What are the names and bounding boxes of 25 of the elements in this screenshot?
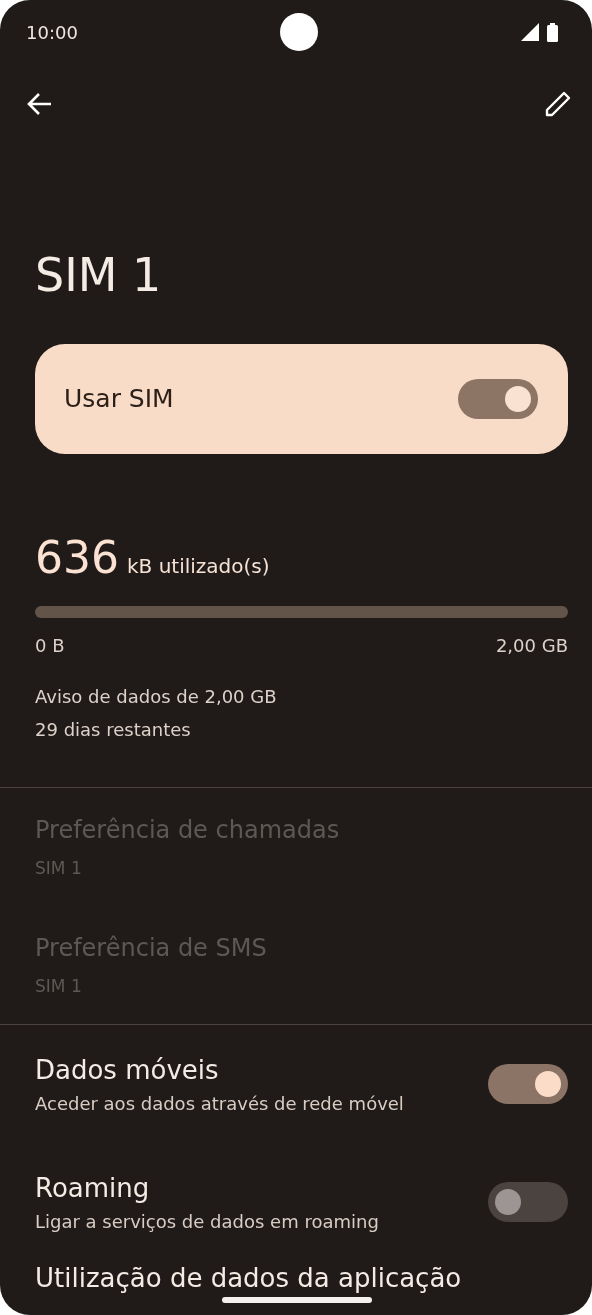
pencil-icon[interactable] [544,90,572,118]
use-sim-switch[interactable] [458,379,538,419]
data-warning: Aviso de dados de 2,00 GB [35,685,278,709]
min-label: 0 B [35,634,65,658]
max-label: 2,00 GB [495,634,568,658]
clock: 10:00 [26,20,78,45]
camera-cutout [280,13,319,51]
usage-unit: kB utilizado(s) [127,553,270,580]
setting-summary: Ligar a serviços de dados em roaming [35,1210,379,1234]
days-remaining: 29 dias restantes [35,718,192,742]
setting-title[interactable]: Utilização de dados da aplicação [0,1259,592,1298]
back-arrow-icon[interactable] [26,92,52,116]
setting-value: SIM 1 [35,857,83,881]
usage-amount: 636 [35,536,119,580]
setting-summary: Aceder aos dados através de rede móvel [35,1092,404,1116]
use-sim-card[interactable]: Usar SIM [35,344,568,454]
toggle-switch[interactable] [488,1182,568,1222]
setting-title[interactable]: Roaming [35,1169,379,1208]
toggle-switch[interactable] [488,1064,568,1104]
use-sim-label: Usar SIM [64,383,174,416]
page-title: SIM 1 [34,247,163,304]
setting-title[interactable]: Dados móveis [35,1051,404,1090]
signal-icon [521,23,539,41]
battery-icon [547,22,558,42]
setting-value: SIM 1 [35,975,83,999]
